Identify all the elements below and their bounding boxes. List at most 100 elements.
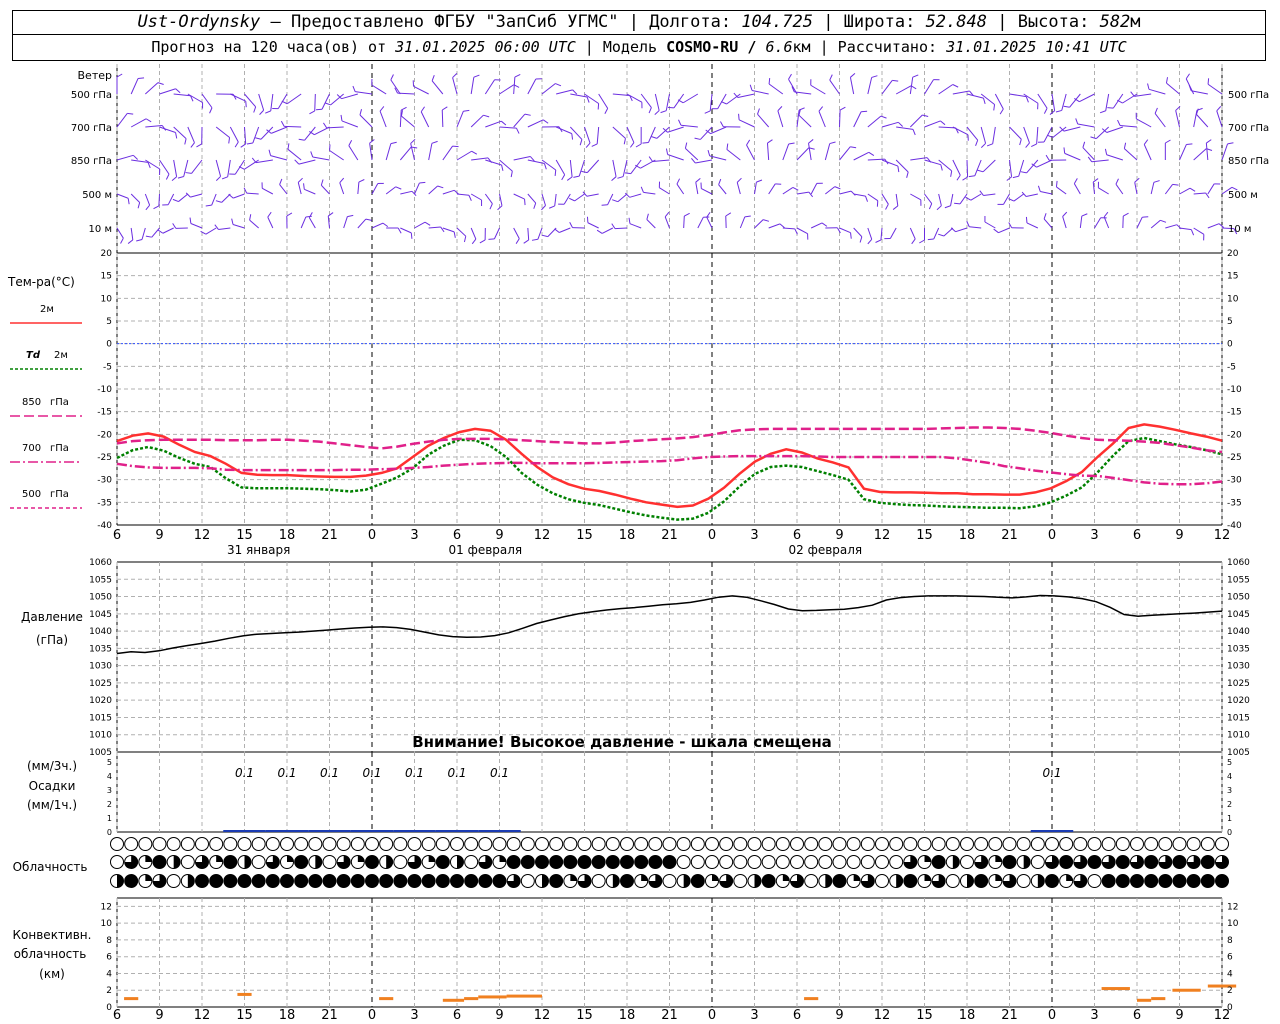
wind-barb-feather xyxy=(1218,223,1225,228)
temp-legend-main: 700 xyxy=(22,443,41,454)
wind-barb-feather xyxy=(965,196,972,201)
wind-barb-feather xyxy=(1172,183,1179,186)
conv-segment xyxy=(379,997,394,1001)
wind-barb-feather xyxy=(1147,83,1150,90)
conv-segment xyxy=(1151,997,1166,1001)
time-hour-label: 6 xyxy=(793,528,801,543)
cloud-fill-full xyxy=(436,855,450,869)
conv-segment xyxy=(124,997,139,1001)
time-hour-label: 3 xyxy=(410,1008,418,1023)
wind-barb-feather xyxy=(382,222,389,228)
wind-barb-staff xyxy=(1193,227,1205,235)
wind-barb-feather xyxy=(524,113,531,116)
wind-barb-staff xyxy=(867,115,882,128)
conv-tick-right: 0 xyxy=(1227,1003,1233,1013)
cloud-circle xyxy=(747,855,762,869)
wind-barb-feather xyxy=(132,154,139,160)
wind-barb-feather xyxy=(983,97,986,105)
wind-barb-staff xyxy=(513,193,525,200)
conv-segment xyxy=(1172,988,1201,992)
wind-barb-feather xyxy=(1062,211,1068,217)
cloud-circle xyxy=(1059,837,1074,851)
wind-barb-feather xyxy=(897,166,900,173)
wind-barb-feather xyxy=(839,106,846,111)
wind-barb-feather xyxy=(281,100,288,105)
wind-level-label-right: 500 м xyxy=(1228,190,1258,201)
cloud-fill-sector xyxy=(1037,874,1045,888)
cloud-circle xyxy=(350,837,365,851)
wind-barb-feather xyxy=(286,212,293,217)
wind-barb-feather xyxy=(993,104,996,111)
wind-barb-staff xyxy=(116,227,124,239)
wind-barb-feather xyxy=(339,177,345,183)
wind-barb-staff xyxy=(584,126,591,144)
wind-barb-feather xyxy=(437,185,444,189)
wind-barb-feather xyxy=(431,140,438,144)
wind-barb-staff xyxy=(232,224,245,229)
conv-segment xyxy=(506,994,542,998)
wind-barb-feather xyxy=(651,136,658,139)
cloud-fill-full xyxy=(663,855,676,869)
cloud-circle xyxy=(421,837,436,851)
wind-barb-feather xyxy=(116,73,123,78)
wind-barb-feather xyxy=(922,114,929,118)
cloud-fill-full xyxy=(620,855,634,869)
cloud-fill-full xyxy=(1144,855,1158,869)
wind-barb-staff xyxy=(286,93,302,105)
wind-barb-feather xyxy=(171,176,177,181)
cloud-fill-full xyxy=(351,874,365,888)
wind-barb-staff xyxy=(808,143,812,161)
time-hour-label: 21 xyxy=(1001,528,1018,543)
wind-barb-staff xyxy=(116,113,128,128)
precip-amount-label: 0.1 xyxy=(235,766,254,780)
temp-legend-sub: 2м xyxy=(40,304,54,315)
wind-barb-feather xyxy=(320,179,324,186)
wind-barb-staff xyxy=(1025,193,1038,197)
cloud-fill-sector xyxy=(995,855,1002,862)
wind-barb-feather xyxy=(954,202,961,205)
cloud-circle xyxy=(832,837,847,851)
cloud-fill-full xyxy=(408,874,421,888)
wind-barb-staff xyxy=(159,159,170,175)
wind-barb-feather xyxy=(950,170,953,177)
wind-barb-staff xyxy=(343,216,348,229)
wind-barb-feather xyxy=(928,203,933,210)
cloud-fill-full xyxy=(1201,855,1215,869)
wind-barb-feather xyxy=(157,82,164,85)
cloud-circle xyxy=(1172,837,1187,851)
time-hour-label: 21 xyxy=(661,1008,678,1023)
wind-barb-staff xyxy=(470,114,484,128)
wind-barb-staff xyxy=(853,227,863,238)
cloud-fill-full xyxy=(209,874,223,888)
wind-barb-feather xyxy=(694,137,701,140)
wind-barb-staff xyxy=(867,77,873,95)
wind-barb-feather xyxy=(172,223,177,229)
wind-barb-feather xyxy=(1037,185,1041,192)
wind-barb-staff xyxy=(287,148,302,161)
wind-barb-staff xyxy=(955,227,968,233)
wind-barb-staff xyxy=(527,78,537,95)
wind-level-label-right: 850 гПа xyxy=(1228,156,1269,167)
time-hour-label: 15 xyxy=(916,1008,933,1023)
wind-barb-staff xyxy=(950,193,954,206)
wind-barb-staff xyxy=(456,111,464,128)
cloud-fill-sector xyxy=(117,874,124,888)
wind-barb-staff xyxy=(683,93,699,104)
wind-barb-feather xyxy=(566,176,573,181)
pressure-tick-left: 1045 xyxy=(89,610,112,620)
temp-tick-left: -5 xyxy=(103,362,112,372)
cloud-circle xyxy=(251,855,266,869)
wind-barb-staff xyxy=(456,227,467,237)
wind-barb-staff xyxy=(969,226,982,229)
time-hour-label: 12 xyxy=(194,1008,211,1023)
wind-barb-feather xyxy=(646,213,649,220)
wind-barb-staff xyxy=(379,110,387,128)
time-hour-label: 21 xyxy=(661,528,678,543)
pressure-tick-right: 1050 xyxy=(1227,593,1250,603)
cloud-circle xyxy=(379,837,394,851)
wind-barb-feather xyxy=(648,156,653,162)
cloud-circle xyxy=(676,855,691,869)
wind-barb-staff xyxy=(980,126,987,144)
wind-barb-staff xyxy=(646,219,656,229)
wind-barb-feather xyxy=(829,141,836,145)
